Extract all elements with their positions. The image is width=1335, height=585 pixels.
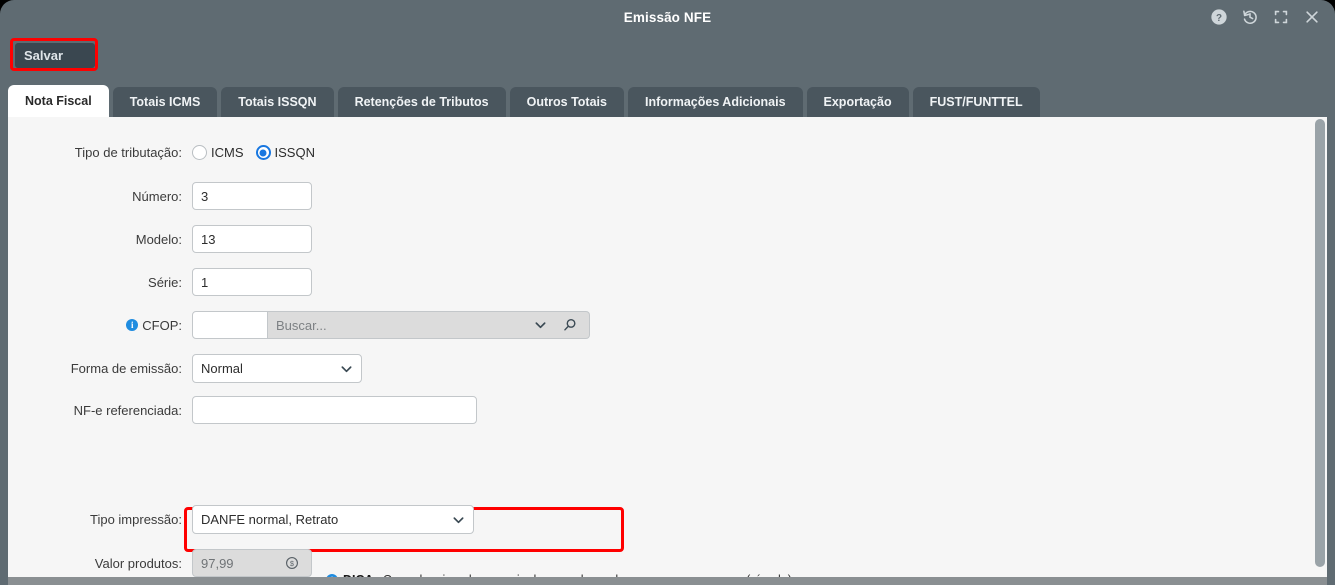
vertical-scrollbar-thumb[interactable] <box>1315 119 1325 567</box>
help-icon[interactable]: ? <box>1210 8 1228 26</box>
field-row-forma-emissao: Forma de emissão: Normal <box>44 354 362 383</box>
nfe-referenciada-input[interactable] <box>192 396 477 424</box>
field-row-modelo: Modelo: <box>44 225 312 253</box>
close-icon[interactable] <box>1303 8 1321 26</box>
valor-produtos-field: 97,99 $ <box>192 549 312 577</box>
save-button[interactable]: Salvar <box>15 43 95 68</box>
tab-totais-icms[interactable]: Totais ICMS <box>112 87 218 117</box>
tab-fust-funttel[interactable]: FUST/FUNTTEL <box>912 87 1040 117</box>
form-content-panel: Tipo de tributação: ICMS ISSQN Número: M… <box>8 117 1327 577</box>
tab-strip: Nota Fiscal Totais ICMS Totais ISSQN Ret… <box>8 85 1040 117</box>
cfop-search-placeholder: Buscar... <box>276 317 327 333</box>
radio-icms-label: ICMS <box>211 145 244 160</box>
tab-outros-totais[interactable]: Outros Totais <box>509 87 624 117</box>
chevron-down-icon[interactable] <box>340 362 353 375</box>
modelo-input[interactable] <box>192 225 312 253</box>
chevron-down-icon[interactable] <box>534 319 547 332</box>
chevron-down-icon[interactable] <box>452 513 465 526</box>
cfop-code-input[interactable] <box>192 311 268 339</box>
history-icon[interactable] <box>1241 8 1259 26</box>
label-serie: Série: <box>148 274 182 290</box>
maximize-icon[interactable] <box>1272 8 1290 26</box>
label-cfop: CFOP: <box>142 317 182 333</box>
label-tipo-tributacao: Tipo de tributação: <box>74 145 182 160</box>
radio-issqn-label: ISSQN <box>274 145 315 160</box>
field-row-serie: Série: <box>44 268 312 296</box>
forma-emissao-value: Normal <box>201 361 243 376</box>
field-row-tipo-impressao: Tipo impressão: DANFE normal, Retrato <box>44 505 474 534</box>
window-controls: ? <box>1210 8 1321 26</box>
title-bar: Emissão NFE ? <box>0 0 1335 36</box>
label-modelo: Modelo: <box>135 231 182 247</box>
label-tipo-impressao: Tipo impressão: <box>90 512 182 527</box>
label-forma-emissao: Forma de emissão: <box>70 361 182 376</box>
radio-option-icms[interactable]: ICMS <box>192 145 244 160</box>
cfop-search-combo[interactable]: Buscar... <box>268 311 590 339</box>
field-row-numero: Número: <box>44 182 312 210</box>
save-button-highlight: Salvar <box>10 38 98 71</box>
vertical-scrollbar-track[interactable] <box>1313 117 1327 577</box>
radio-option-issqn[interactable]: ISSQN <box>255 145 315 160</box>
emissao-nfe-window: Emissão NFE ? Salvar Nota Fiscal Totais … <box>0 0 1335 585</box>
radio-group-tipo-tributacao: ICMS ISSQN <box>192 145 315 160</box>
valor-produtos-value: 97,99 <box>201 555 234 571</box>
tab-retencoes-de-tributos[interactable]: Retenções de Tributos <box>337 87 506 117</box>
window-title: Emissão NFE <box>623 10 712 25</box>
field-row-tipo-tributacao: Tipo de tributação: ICMS ISSQN <box>44 145 315 160</box>
money-icon[interactable]: $ <box>285 556 299 570</box>
tab-nota-fiscal[interactable]: Nota Fiscal <box>8 85 109 117</box>
cfop-info-icon[interactable]: i <box>126 319 139 331</box>
radio-icms-circle[interactable] <box>192 145 207 160</box>
numero-input[interactable] <box>192 182 312 210</box>
field-row-cfop: i CFOP: Buscar... <box>44 311 590 339</box>
tab-exportacao[interactable]: Exportação <box>806 87 909 117</box>
radio-issqn-circle[interactable] <box>255 145 271 160</box>
label-numero: Número: <box>132 188 182 204</box>
tab-informacoes-adicionais[interactable]: Informações Adicionais <box>627 87 803 117</box>
bottom-bar <box>8 577 1327 585</box>
serie-input[interactable] <box>192 268 312 296</box>
search-icon[interactable] <box>563 318 577 332</box>
label-nfe-referenciada: NF-e referenciada: <box>73 402 182 418</box>
label-valor-produtos: Valor produtos: <box>94 555 182 571</box>
field-row-nfe-referenciada: NF-e referenciada: <box>44 396 477 424</box>
field-row-valor-produtos: Valor produtos: 97,99 $ <box>44 549 312 577</box>
svg-text:?: ? <box>1216 13 1222 24</box>
tab-totais-issqn[interactable]: Totais ISSQN <box>221 87 334 117</box>
tipo-impressao-select[interactable]: DANFE normal, Retrato <box>192 505 474 534</box>
svg-text:$: $ <box>290 561 294 568</box>
tipo-impressao-value: DANFE normal, Retrato <box>201 512 339 527</box>
forma-emissao-select[interactable]: Normal <box>192 354 362 383</box>
